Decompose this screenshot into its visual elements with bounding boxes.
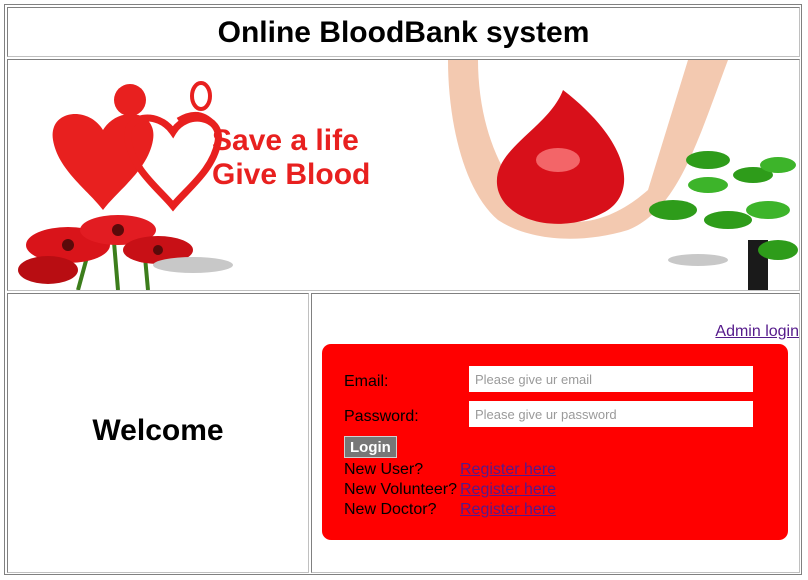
email-field[interactable] <box>469 366 753 392</box>
register-doctor-link[interactable]: Register here <box>460 501 556 519</box>
header-cell: Online BloodBank system <box>7 7 800 57</box>
welcome-heading: Welcome <box>92 414 224 447</box>
banner-image: Save a life Give Blood <box>8 60 799 290</box>
register-volunteer-link[interactable]: Register here <box>460 481 556 499</box>
login-form-panel: Email: Password: Login New User? Registe… <box>322 344 788 540</box>
email-label: Email: <box>344 373 389 390</box>
password-field[interactable] <box>469 401 753 427</box>
register-user-link[interactable]: Register here <box>460 461 556 479</box>
slogan-line1: Save a life <box>212 124 359 157</box>
new-volunteer-label: New Volunteer? <box>344 481 457 498</box>
slogan-line2: Give Blood <box>212 158 370 191</box>
page-frame: Online BloodBank system Save a life Give… <box>4 4 802 575</box>
new-doctor-label: New Doctor? <box>344 501 437 518</box>
admin-login-link[interactable]: Admin login <box>715 323 799 341</box>
login-button[interactable]: Login <box>344 436 397 458</box>
banner: Save a life Give Blood <box>7 59 800 291</box>
password-label: Password: <box>344 408 419 425</box>
welcome-cell: Welcome <box>7 293 309 573</box>
site-title: Online BloodBank system <box>217 16 590 49</box>
login-cell: Admin login Email: Password: Login New U… <box>311 293 800 573</box>
new-user-label: New User? <box>344 461 424 478</box>
